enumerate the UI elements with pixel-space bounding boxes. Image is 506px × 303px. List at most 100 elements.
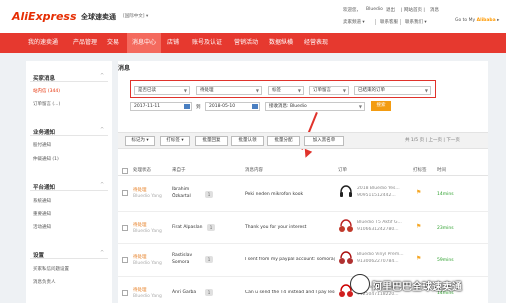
flag-icon[interactable]: ⚑ <box>416 189 421 196</box>
sidebar-item-order-messages[interactable]: 订单留言 (...) <box>33 101 60 107</box>
order-number[interactable]: 9106631242780... <box>357 227 409 232</box>
calendar-icon[interactable] <box>252 104 258 109</box>
nav-marketing[interactable]: 营销活动 <box>230 33 262 53</box>
row-owner: Bluedio Yang <box>133 194 162 199</box>
column-message: 消息内容 <box>245 168 263 173</box>
search-button[interactable]: 搜索 <box>371 101 391 111</box>
flag-icon[interactable]: ⚑ <box>416 255 421 262</box>
divider <box>30 135 108 136</box>
column-order: 订单 <box>338 168 347 173</box>
nav-account[interactable]: 账号及认证 <box>187 33 227 53</box>
divider <box>30 81 108 82</box>
nav-message-center[interactable]: 消息中心 <box>127 33 161 53</box>
contact-us-link[interactable]: 联系我们 ▾ <box>405 19 427 25</box>
nav-store[interactable]: 店铺 <box>163 33 183 53</box>
mark-as-button[interactable]: 标记为 ▾ <box>125 136 155 146</box>
row-sender[interactable]: Rastislav <box>172 253 192 258</box>
sidebar-item-message-owner[interactable]: 消息负责人 <box>33 279 56 285</box>
flag-icon[interactable]: ⚑ <box>416 223 421 230</box>
calendar-icon[interactable] <box>184 104 190 109</box>
row-message[interactable]: Thank you for your interest <box>245 225 306 230</box>
read-status-select[interactable]: 是否已读 ▼ <box>134 86 190 95</box>
receiver-select[interactable]: 接收消息: Bluedio ▼ <box>265 102 365 111</box>
nav-data[interactable]: 数据纵横 <box>265 33 297 53</box>
select-value: 已结束的订单 <box>358 88 385 93</box>
message-type-select[interactable]: 订单留言 ▼ <box>309 86 349 95</box>
row-checkbox[interactable] <box>122 257 128 263</box>
product-thumbnail[interactable] <box>338 183 354 201</box>
select-value: 待处理 <box>200 88 214 93</box>
row-checkbox[interactable] <box>122 190 128 196</box>
message-count-badge: 1 <box>205 191 213 198</box>
row-message[interactable]: Peki neden mikrofon kook <box>245 192 303 197</box>
bulk-reply-button[interactable]: 批量回复 <box>195 136 228 146</box>
row-checkbox[interactable] <box>122 290 128 296</box>
row-sender[interactable]: Anri Garba <box>172 290 196 295</box>
contact-service-link[interactable]: 联系客服 <box>380 19 398 25</box>
row-status: 待处理 <box>133 188 147 193</box>
message-count-badge: 1 <box>205 289 213 296</box>
date-to-input[interactable]: 2018-05-10 <box>205 102 260 111</box>
sidebar-item-important-notice[interactable]: 重要通知 <box>33 211 51 217</box>
column-tag: 打标签 <box>413 168 427 173</box>
row-time: 23mins <box>437 226 454 231</box>
row-sender-line2[interactable]: Özkartal <box>172 194 191 199</box>
sidebar-item-payment-notice[interactable]: 股付通知 <box>33 142 51 148</box>
product-title[interactable]: Bluedio T5 Aktif G... <box>357 220 409 225</box>
caret-up-icon[interactable]: ^ <box>100 73 104 79</box>
logo-subtitle: 全球速卖通 <box>81 13 116 21</box>
user-name[interactable]: Bluedio <box>366 7 383 12</box>
date-from-input[interactable]: 2017-11-11 <box>130 102 192 111</box>
chevron-down-icon: ▼ <box>342 88 346 93</box>
go-to-alibaba-link[interactable]: Go to My Alibaba ▸ <box>455 18 499 23</box>
logout-link[interactable]: 退出 <box>386 7 395 13</box>
product-thumbnail[interactable] <box>338 217 354 235</box>
chevron-down-icon: ▼ <box>183 88 187 93</box>
sidebar-item-system-notice[interactable]: 系统通知 <box>33 198 51 204</box>
aliexpress-logo[interactable]: AliExpress <box>12 10 77 23</box>
nav-product-management[interactable]: 产品管理 <box>68 33 102 53</box>
seller-channel-link[interactable]: 卖家频道 ▾ <box>343 19 365 25</box>
caret-up-icon[interactable]: ^ <box>100 182 104 188</box>
select-all-checkbox[interactable] <box>122 168 128 174</box>
caret-up-icon[interactable]: ^ <box>100 127 104 133</box>
caret-up-icon[interactable]: ^ <box>100 250 104 256</box>
order-status-select[interactable]: 已结束的订单 ▼ <box>354 86 431 95</box>
product-title[interactable]: 2018 Bluedio Yes... <box>357 186 409 191</box>
nav-my-aliexpress[interactable]: 我的速卖通 <box>20 33 66 53</box>
add-tag-button[interactable]: 打标签 ▾ <box>160 136 190 146</box>
process-status-select[interactable]: 待处理 ▼ <box>196 86 262 95</box>
sidebar-item-dispute-notice[interactable]: 仲裁通知 (1) <box>33 156 59 162</box>
sidebar-item-activity-notice[interactable]: 活动通知 <box>33 224 51 230</box>
row-status: 待处理 <box>133 255 147 260</box>
product-thumbnail[interactable] <box>338 249 354 267</box>
row-checkbox[interactable] <box>122 225 128 231</box>
order-number[interactable]: 909511512442... <box>357 193 409 198</box>
order-number[interactable]: 9130062270784... <box>357 259 409 264</box>
pagination[interactable]: 共 1/5 页 | 上一页 | 下一页 <box>405 137 460 143</box>
tag-select[interactable]: 标签 ▼ <box>268 86 304 95</box>
product-title[interactable]: Bluedio Vinyl Prem... <box>357 252 409 257</box>
nav-trade[interactable]: 交易 <box>103 33 123 53</box>
row-sender[interactable]: Firat Alpaslan <box>172 225 202 230</box>
watermark-text: 阿里巴巴全球速卖通 <box>372 282 462 293</box>
nav-performance[interactable]: 经营表现 <box>300 33 332 53</box>
bulk-claim-button[interactable]: 批量认领 <box>231 136 264 146</box>
home-link[interactable]: | 网站首页 | <box>401 7 425 13</box>
row-owner: Bluedio Yang <box>133 294 162 299</box>
row-message[interactable]: I sent from my paypal account: somora@..… <box>245 257 335 262</box>
messages-link[interactable]: 消息 <box>430 7 439 13</box>
select-value: 是否已读 <box>138 88 156 93</box>
blacklist-button[interactable]: 加入黑名单 <box>304 136 344 146</box>
bulk-assign-button[interactable]: 批量分配 <box>267 136 300 146</box>
date-range-separator: 到 <box>196 105 201 110</box>
sidebar-item-inbox[interactable]: 站内信 (344) <box>33 88 60 94</box>
row-owner: Bluedio Yang <box>133 261 162 266</box>
row-sender-line2[interactable]: Somora <box>172 260 189 265</box>
go-to-text: Go to My <box>455 18 476 23</box>
row-sender[interactable]: Ibrahim <box>172 187 189 192</box>
language-selector[interactable]: [国际中文] ▾ <box>123 13 148 19</box>
column-status: 处理状态 <box>133 168 151 173</box>
sidebar-item-question-settings[interactable]: 买家私信问题设置 <box>33 266 69 272</box>
column-time: 时间 <box>437 168 446 173</box>
